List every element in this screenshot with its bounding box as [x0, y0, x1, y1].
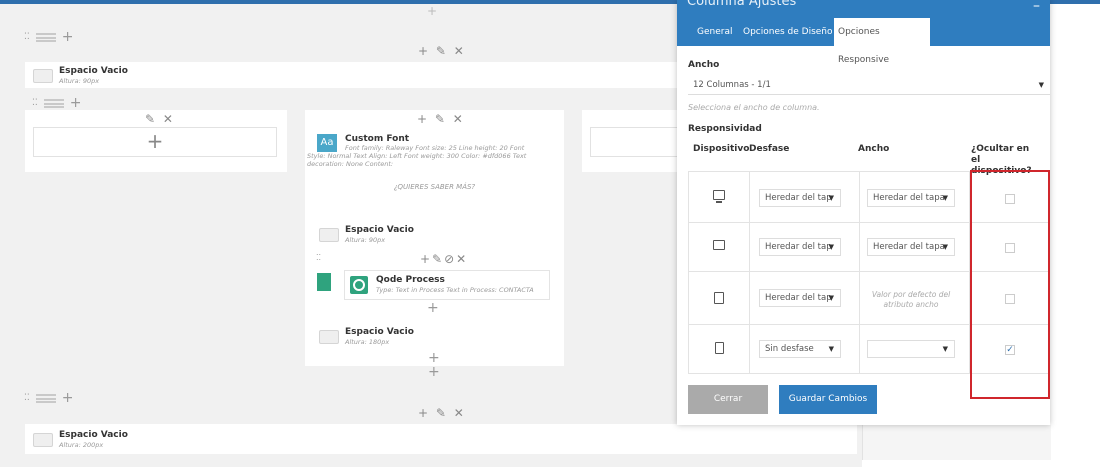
column-middle[interactable]: + ✎ ✕ Aa Custom Font Font family: Ralewa…: [305, 110, 564, 366]
width-label: Ancho: [688, 60, 720, 70]
chevron-down-icon: ▼: [942, 345, 948, 353]
col-header-width: Ancho: [858, 144, 890, 154]
expand-icon[interactable]: ⁚⁚: [24, 393, 30, 403]
chevron-down-icon: ▼: [1038, 81, 1044, 89]
minimize-icon[interactable]: –: [1033, 0, 1040, 14]
col-header-offset: Desfase: [749, 144, 790, 154]
row-layout-icon[interactable]: [35, 393, 56, 403]
column-middle-controls[interactable]: + ✎ ✕: [417, 112, 465, 126]
close-button[interactable]: Cerrar: [688, 385, 768, 414]
column-right[interactable]: [582, 110, 680, 172]
offset-select[interactable]: Sin desfase ▼: [759, 340, 841, 358]
save-changes-button[interactable]: Guardar Cambios: [779, 385, 877, 414]
spacer-title: Espacio Vacio: [59, 66, 128, 76]
row-layout-icon[interactable]: [35, 32, 56, 42]
add-element-button[interactable]: +: [33, 127, 277, 157]
chevron-down-icon: ▼: [942, 243, 948, 251]
modal-header: Columna Ajustes – General Opciones de Di…: [677, 0, 1050, 65]
spacer-title: Espacio Vacio: [345, 225, 414, 235]
offset-select[interactable]: Heredar del tap ▼: [759, 189, 841, 207]
row-3-toolbar: ⁚⁚ +: [24, 390, 73, 406]
spacer-icon: [319, 228, 339, 242]
add-element-box[interactable]: [590, 127, 680, 157]
row-3-controls[interactable]: + ✎ ✕: [418, 406, 466, 420]
spacer-title: Espacio Vacio: [345, 327, 414, 337]
desktop-icon: [713, 190, 725, 203]
width-select-phone[interactable]: ▼: [867, 340, 955, 358]
add-row-inner[interactable]: +: [428, 364, 440, 380]
spacer-subtitle: Altura: 200px: [59, 441, 104, 449]
side-panel: [862, 425, 1051, 460]
chevron-down-icon: ▼: [828, 294, 834, 302]
add-column-icon[interactable]: +: [62, 390, 74, 406]
tablet-landscape-icon: [713, 240, 725, 250]
process-element[interactable]: Qode Process Type: Text in Process Text …: [344, 270, 550, 300]
chevron-down-icon: ▼: [828, 345, 834, 353]
width-select[interactable]: 12 Columnas - 1/1 ▼: [688, 77, 1050, 95]
width-select-desktop[interactable]: Heredar del tapa ▼: [867, 189, 955, 207]
tablet-portrait-icon: [714, 292, 724, 304]
inner-row-toolbar: ⁚⁚ +: [32, 95, 81, 111]
row-1-controls[interactable]: + ✎ ✕: [418, 44, 466, 58]
expand-icon[interactable]: ⁚⁚: [316, 253, 321, 262]
expand-icon[interactable]: ⁚⁚: [32, 98, 38, 108]
add-column-icon[interactable]: +: [70, 95, 82, 111]
add-column-icon[interactable]: +: [62, 29, 74, 45]
custom-font-title: Custom Font: [345, 134, 410, 144]
add-row-top[interactable]: +: [427, 4, 437, 18]
modal-title: Columna Ajustes: [687, 0, 797, 9]
spacer-icon: [319, 330, 339, 344]
responsive-label: Responsividad: [688, 124, 762, 134]
custom-font-description: Font family: Raleway Font size: 25 Line …: [307, 144, 527, 168]
highlight-box: [970, 170, 1050, 399]
chevron-down-icon: ▼: [828, 243, 834, 251]
process-title: Qode Process: [376, 275, 445, 285]
spacer-icon: [33, 69, 53, 83]
chevron-down-icon: ▼: [828, 194, 834, 202]
chevron-down-icon: ▼: [942, 194, 948, 202]
width-select-value: 12 Columnas - 1/1: [693, 80, 771, 90]
tab-design-options[interactable]: Opciones de Diseño: [739, 18, 837, 46]
process-icon: [350, 276, 368, 294]
tab-responsive-options[interactable]: Opciones Responsive: [834, 18, 930, 65]
phone-icon: [715, 342, 724, 354]
col-header-device: Dispositivo: [693, 144, 750, 154]
column-left-controls[interactable]: ✎ ✕: [145, 112, 175, 126]
width-default-hint: Valor por defecto del atributo ancho: [871, 290, 951, 309]
spacer-subtitle: Altura: 90px: [345, 236, 386, 244]
spacer-subtitle: Altura: 90px: [59, 77, 100, 85]
process-controls[interactable]: +✎⊘✕: [420, 252, 468, 266]
row-layout-icon[interactable]: [43, 98, 64, 108]
process-side-icon: [317, 273, 331, 291]
column-left[interactable]: ✎ ✕ +: [25, 110, 287, 172]
spacer-row-3[interactable]: Espacio Vacio Altura: 200px: [25, 424, 857, 454]
expand-icon[interactable]: ⁚⁚: [24, 32, 30, 42]
offset-select[interactable]: Heredar del tap ▼: [759, 238, 841, 256]
row-1-toolbar: ⁚⁚ +: [24, 29, 73, 45]
width-hint: Selecciona el ancho de columna.: [688, 103, 820, 112]
custom-font-content: ¿QUIERES SABER MÁS?: [393, 183, 476, 191]
width-select-tablet-landscape[interactable]: Heredar del tapa ▼: [867, 238, 955, 256]
add-element-inner[interactable]: +: [427, 300, 439, 316]
spacer-icon: [33, 433, 53, 447]
offset-select[interactable]: Heredar del tap ▼: [759, 289, 841, 307]
spacer-subtitle: Altura: 180px: [345, 338, 390, 346]
spacer-title: Espacio Vacio: [59, 430, 128, 440]
process-subtitle: Type: Text in Process Text in Process: C…: [376, 286, 534, 294]
tab-general[interactable]: General: [693, 18, 736, 46]
